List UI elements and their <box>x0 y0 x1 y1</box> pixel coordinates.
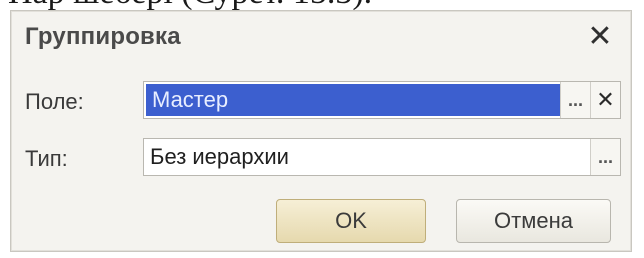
ok-button[interactable]: OK <box>276 199 426 243</box>
type-select-button[interactable]: ... <box>590 139 620 175</box>
field-label: Поле: <box>25 89 84 114</box>
title-bar: Группировка ✕ <box>11 11 631 61</box>
field-clear-icon[interactable]: ✕ <box>590 82 620 118</box>
close-icon[interactable]: ✕ <box>583 19 617 53</box>
dialog-title: Группировка <box>25 23 181 50</box>
field-value[interactable]: Мастер <box>146 84 560 116</box>
type-label: Тип: <box>25 146 68 171</box>
field-select-button[interactable]: ... <box>560 82 590 118</box>
type-input[interactable]: Без иерархии ... <box>143 138 621 176</box>
grouping-dialog: Группировка ✕ Поле: Мастер ... ✕ Тип: Бе… <box>10 10 632 252</box>
type-value[interactable]: Без иерархии <box>144 139 590 175</box>
cancel-button[interactable]: Отмена <box>456 199 611 243</box>
field-input[interactable]: Мастер ... ✕ <box>143 81 621 119</box>
